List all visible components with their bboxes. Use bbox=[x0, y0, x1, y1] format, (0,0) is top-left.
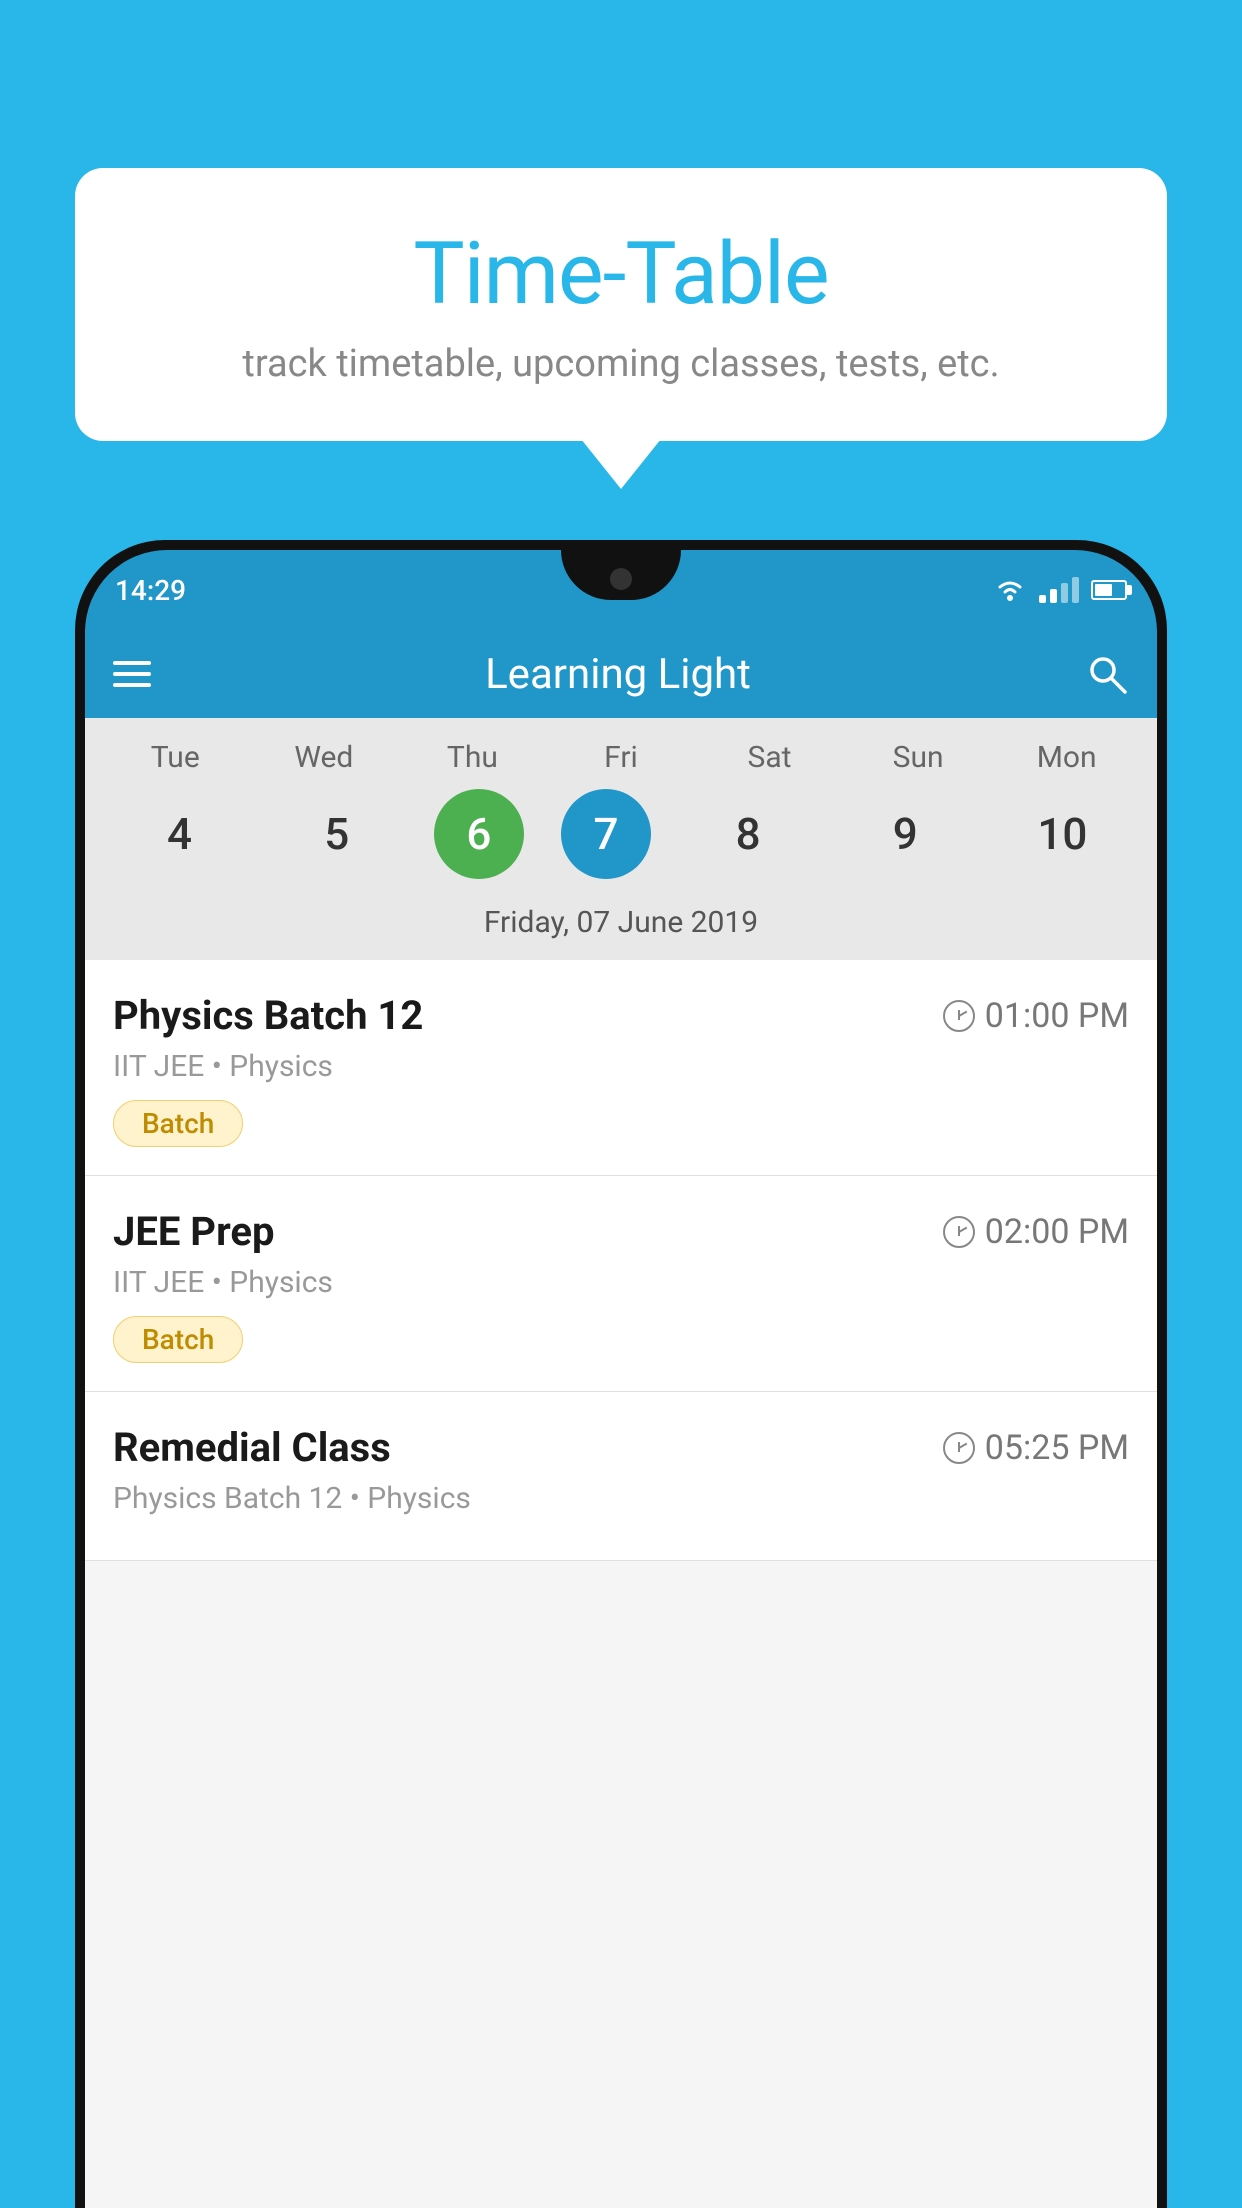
schedule-item-title: Physics Batch 12 bbox=[113, 992, 423, 1039]
calendar-strip: Tue Wed Thu Fri Sat Sun Mon 456789 10 Friday, 0… bbox=[85, 718, 1157, 960]
day-header-thu: Thu bbox=[412, 740, 532, 775]
schedule-item-header: JEE Prep 02:00 PM bbox=[113, 1208, 1129, 1255]
app-screen: Learning Light Tue Wed Thu Fri Sat Sun Mon 456… bbox=[85, 630, 1157, 2208]
day-numbers: 456789 10 bbox=[85, 789, 1157, 879]
status-time: 14:29 bbox=[115, 574, 186, 607]
batch-badge: Batch bbox=[113, 1316, 243, 1363]
tooltip-subtitle: track timetable, upcoming classes, tests… bbox=[135, 342, 1107, 386]
search-icon[interactable] bbox=[1085, 652, 1129, 696]
schedule-item-header: Physics Batch 12 01:00 PM bbox=[113, 992, 1129, 1039]
selected-date-label: Friday, 07 June 2019 bbox=[85, 893, 1157, 960]
day-header-sat: Sat bbox=[710, 740, 830, 775]
day-number-6[interactable]: 6 bbox=[434, 789, 524, 879]
schedule-list: Physics Batch 12 01:00 PM IIT JEE • Phys… bbox=[85, 960, 1157, 1561]
hamburger-menu-button[interactable] bbox=[113, 661, 151, 687]
app-title: Learning Light bbox=[485, 650, 751, 699]
day-number-8[interactable]: 8 bbox=[688, 789, 808, 879]
schedule-item-1[interactable]: JEE Prep 02:00 PM IIT JEE • Physics Batc… bbox=[85, 1176, 1157, 1392]
day-header-sun: Sun bbox=[858, 740, 978, 775]
clock-icon bbox=[943, 1000, 975, 1032]
signal-bars-icon bbox=[1039, 577, 1079, 603]
day-number-5[interactable]: 5 bbox=[277, 789, 397, 879]
schedule-item-title: JEE Prep bbox=[113, 1208, 274, 1255]
status-icons bbox=[993, 577, 1127, 603]
day-header-mon: Mon bbox=[1007, 740, 1127, 775]
schedule-item-header: Remedial Class 05:25 PM bbox=[113, 1424, 1129, 1471]
day-header-fri: Fri bbox=[561, 740, 681, 775]
clock-icon bbox=[943, 1216, 975, 1248]
schedule-item-time: 02:00 PM bbox=[943, 1212, 1129, 1252]
tooltip-title: Time-Table bbox=[135, 223, 1107, 324]
schedule-item-0[interactable]: Physics Batch 12 01:00 PM IIT JEE • Phys… bbox=[85, 960, 1157, 1176]
tooltip-card: Time-Table track timetable, upcoming cla… bbox=[75, 168, 1167, 441]
schedule-item-time: 01:00 PM bbox=[943, 996, 1129, 1036]
phone-inner: 14:29 bbox=[85, 550, 1157, 2208]
schedule-item-time: 05:25 PM bbox=[943, 1428, 1129, 1468]
schedule-item-sub: IIT JEE • Physics bbox=[113, 1049, 1129, 1084]
day-header-wed: Wed bbox=[264, 740, 384, 775]
schedule-item-sub: IIT JEE • Physics bbox=[113, 1265, 1129, 1300]
day-number-4[interactable]: 4 bbox=[120, 789, 240, 879]
day-number-10[interactable]: 10 bbox=[1002, 789, 1122, 879]
schedule-item-sub: Physics Batch 12 • Physics bbox=[113, 1481, 1129, 1516]
day-headers: Tue Wed Thu Fri Sat Sun Mon bbox=[85, 740, 1157, 775]
phone-frame: 14:29 bbox=[75, 540, 1167, 2208]
schedule-item-title: Remedial Class bbox=[113, 1424, 391, 1471]
day-header-tue: Tue bbox=[115, 740, 235, 775]
day-number-7[interactable]: 7 bbox=[561, 789, 651, 879]
batch-badge: Batch bbox=[113, 1100, 243, 1147]
status-bar: 14:29 bbox=[85, 550, 1157, 630]
battery-icon bbox=[1091, 580, 1127, 600]
schedule-item-2[interactable]: Remedial Class 05:25 PM Physics Batch 12… bbox=[85, 1392, 1157, 1561]
day-number-9[interactable]: 9 bbox=[845, 789, 965, 879]
camera-dot bbox=[610, 568, 632, 590]
clock-icon bbox=[943, 1432, 975, 1464]
app-header: Learning Light bbox=[85, 630, 1157, 718]
wifi-icon bbox=[993, 577, 1027, 603]
